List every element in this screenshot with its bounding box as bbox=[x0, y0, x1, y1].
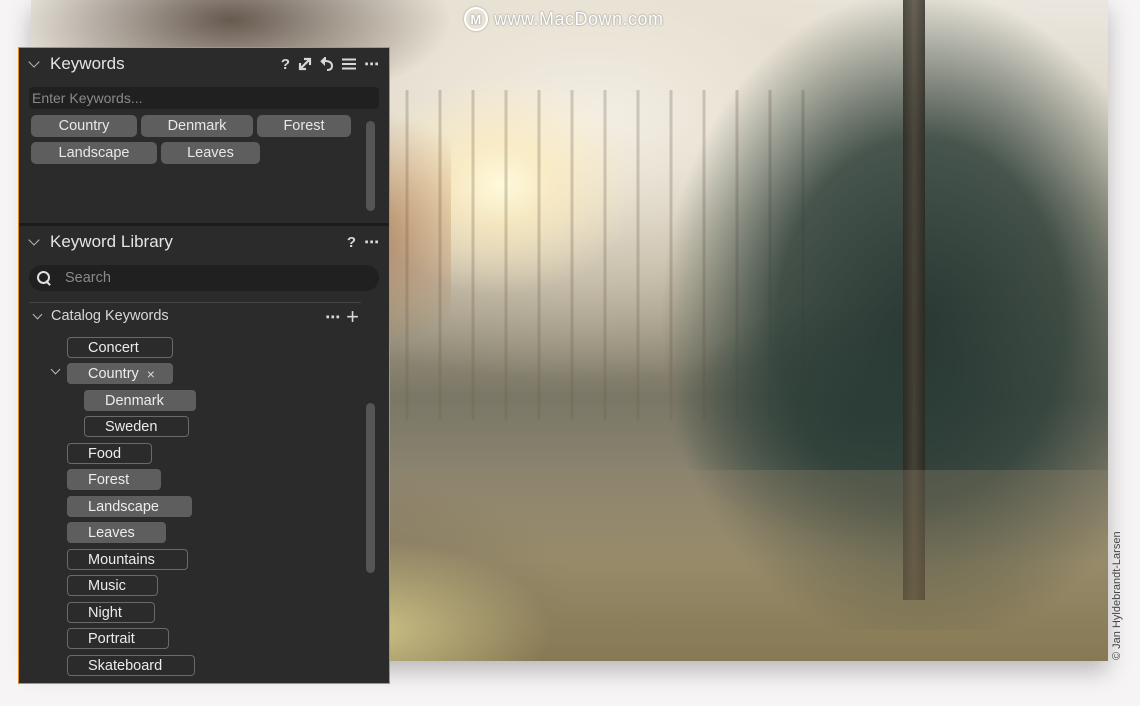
help-icon[interactable]: ? bbox=[347, 232, 356, 252]
applied-keyword-tag[interactable]: Forest bbox=[257, 115, 351, 137]
keyword-label: Sweden bbox=[105, 418, 158, 435]
library-keyword-item[interactable]: Food bbox=[67, 443, 152, 464]
applied-keyword-tag[interactable]: Denmark bbox=[141, 115, 253, 137]
expand-chevron-icon[interactable] bbox=[50, 364, 61, 375]
library-search-input[interactable] bbox=[65, 270, 345, 286]
keyword-library-title: Keyword Library bbox=[50, 232, 173, 251]
remove-keyword-icon[interactable]: × bbox=[147, 366, 155, 382]
keywords-panel: Keywords ? ⋯ Country Denmark Forest Land… bbox=[18, 47, 390, 684]
library-keyword-item[interactable]: Night bbox=[67, 602, 155, 623]
library-keyword-item[interactable]: Denmark bbox=[84, 390, 196, 411]
catalog-keywords-header[interactable]: Catalog Keywords ⋯ + bbox=[19, 301, 389, 331]
watermark-text: www.MacDown.com bbox=[494, 8, 664, 29]
keyword-label: Skateboard bbox=[88, 657, 163, 674]
keyword-label: Leaves bbox=[88, 524, 135, 541]
keyword-label: Night bbox=[88, 604, 122, 621]
applied-keyword-tag[interactable]: Landscape bbox=[31, 142, 157, 164]
enter-keywords-input[interactable] bbox=[29, 87, 379, 109]
collapse-chevron-icon[interactable] bbox=[32, 309, 43, 319]
library-keyword-item[interactable]: Skateboard bbox=[67, 655, 195, 676]
catalog-keywords-label: Catalog Keywords bbox=[51, 308, 169, 324]
applied-keyword-tag[interactable]: Leaves bbox=[161, 142, 260, 164]
library-keyword-item[interactable]: Concert bbox=[67, 337, 173, 358]
menu-icon[interactable] bbox=[342, 54, 356, 74]
watermark: M www.MacDown.com bbox=[464, 6, 664, 32]
library-header-icons: ? ⋯ bbox=[347, 226, 379, 258]
collapse-chevron-icon[interactable] bbox=[28, 56, 40, 68]
library-keyword-item[interactable]: Country × bbox=[67, 363, 173, 384]
keyword-label: Forest bbox=[88, 471, 130, 488]
more-icon[interactable]: ⋯ bbox=[364, 54, 379, 74]
add-keyword-icon[interactable]: + bbox=[346, 304, 359, 329]
library-keyword-item[interactable]: Forest bbox=[67, 469, 161, 490]
library-keyword-item[interactable]: Sweden bbox=[84, 416, 189, 437]
library-search[interactable] bbox=[29, 265, 379, 291]
photo-credit: © Jan Hyldebrandt-Larsen bbox=[1111, 531, 1123, 660]
keywords-header[interactable]: Keywords ? ⋯ bbox=[19, 48, 389, 80]
library-keyword-item[interactable]: Music bbox=[67, 575, 158, 596]
keywords-header-icons: ? ⋯ bbox=[281, 48, 379, 80]
screen: M www.MacDown.com © Jan Hyldebrandt-Lars… bbox=[0, 0, 1140, 706]
help-icon[interactable]: ? bbox=[281, 54, 290, 74]
reset-icon[interactable] bbox=[320, 54, 334, 74]
library-scrollbar[interactable] bbox=[366, 403, 375, 573]
more-icon[interactable]: ⋯ bbox=[325, 307, 340, 327]
library-keyword-item[interactable]: Portrait bbox=[67, 628, 169, 649]
library-keyword-item[interactable]: Landscape bbox=[67, 496, 192, 517]
collapse-chevron-icon[interactable] bbox=[28, 234, 40, 246]
keyword-library-header[interactable]: Keyword Library ? ⋯ bbox=[19, 226, 389, 258]
keyword-label: Country bbox=[88, 365, 139, 382]
keyword-label: Landscape bbox=[88, 498, 159, 515]
keyword-label: Concert bbox=[88, 339, 139, 356]
keyword-label: Mountains bbox=[88, 551, 155, 568]
keyword-label: Portrait bbox=[88, 630, 135, 647]
keyword-label: Denmark bbox=[105, 392, 164, 409]
keywords-scrollbar[interactable] bbox=[366, 121, 375, 211]
library-keyword-item[interactable]: Mountains bbox=[67, 549, 188, 570]
keywords-title: Keywords bbox=[50, 54, 125, 73]
keyword-label: Music bbox=[88, 577, 126, 594]
search-icon bbox=[37, 271, 51, 285]
applied-keyword-tag[interactable]: Country bbox=[31, 115, 137, 137]
keyword-label: Food bbox=[88, 445, 122, 462]
catalog-header-icons: ⋯ + bbox=[325, 301, 359, 333]
library-keyword-item[interactable]: Leaves bbox=[67, 522, 166, 543]
watermark-logo-icon: M bbox=[464, 7, 488, 31]
expand-icon[interactable] bbox=[298, 54, 312, 74]
more-icon[interactable]: ⋯ bbox=[364, 232, 379, 252]
